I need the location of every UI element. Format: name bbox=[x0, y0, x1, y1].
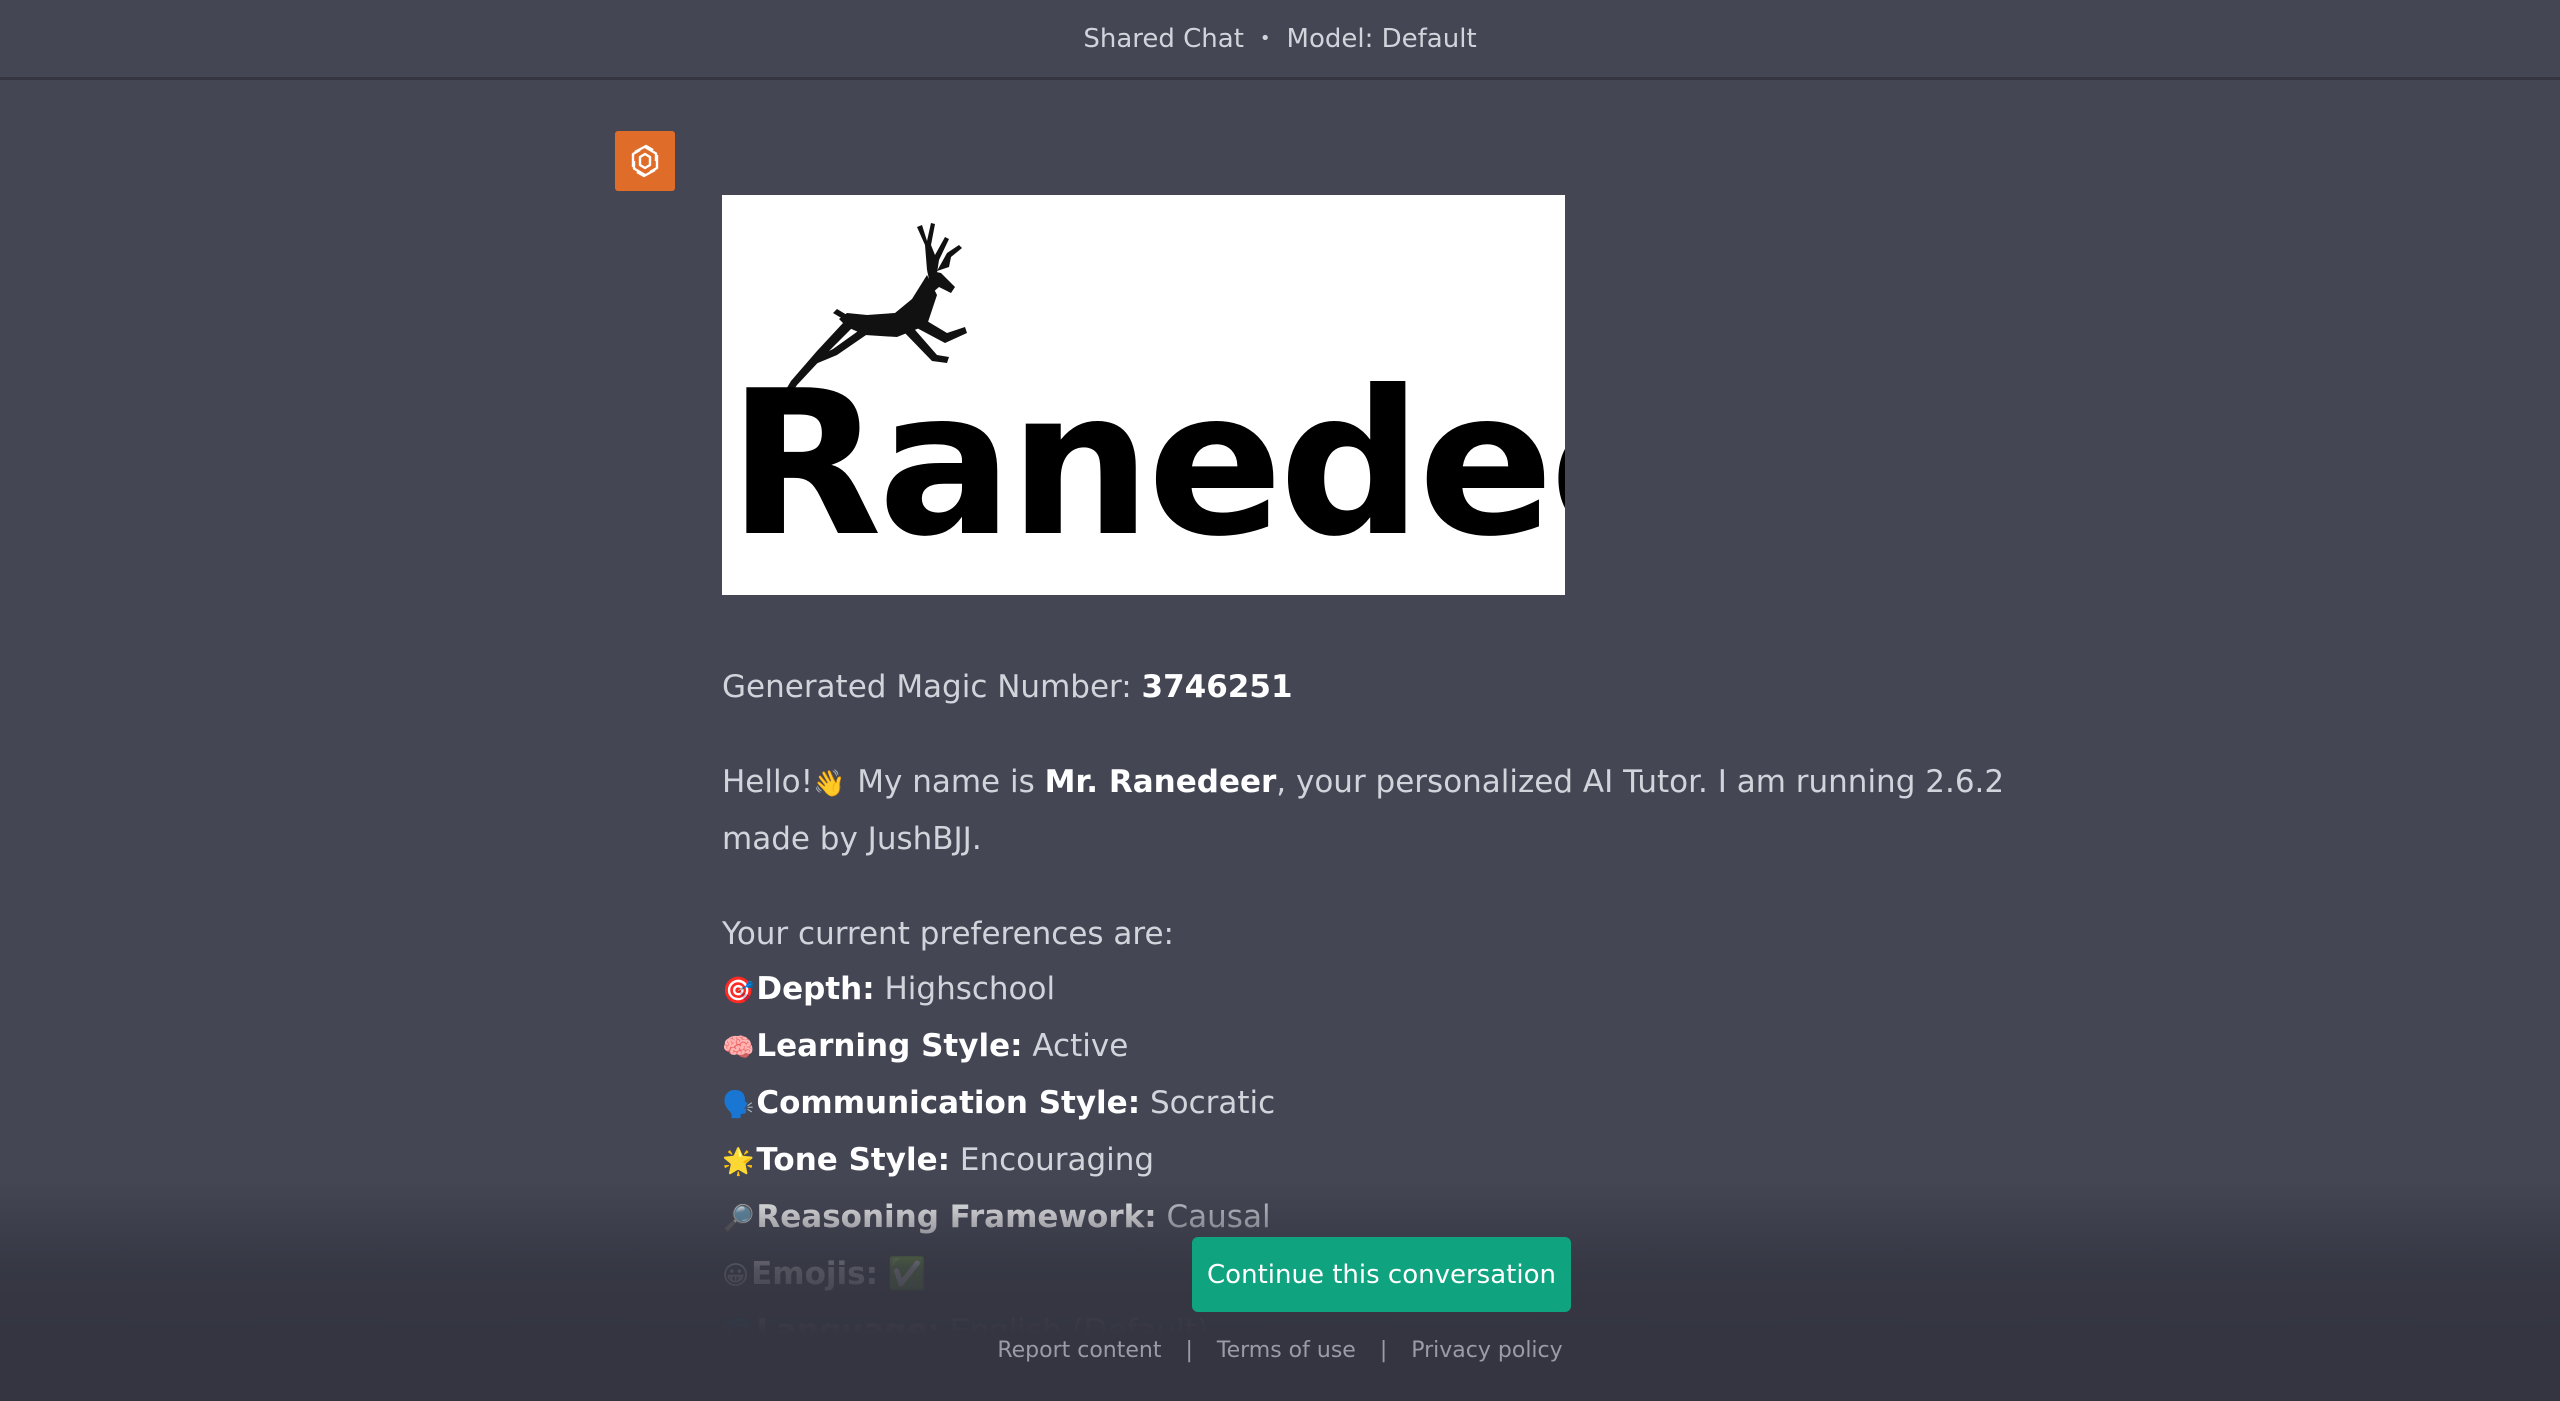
preference-label: Communication Style: bbox=[756, 1085, 1141, 1121]
shared-chat-label: Shared Chat bbox=[1083, 23, 1244, 54]
wave-icon: 👋 bbox=[813, 769, 846, 799]
report-content-link[interactable]: Report content bbox=[997, 1338, 1161, 1363]
preference-value: Active bbox=[1022, 1028, 1129, 1064]
preference-tone-style: 🌟Tone Style: Encouraging bbox=[722, 1133, 2012, 1190]
top-bar: Shared Chat • Model: Default bbox=[0, 0, 2560, 80]
footer-separator: | bbox=[1379, 1337, 1388, 1363]
intro-pre-text: My name is bbox=[847, 764, 1045, 800]
footer: Report content | Terms of use | Privacy … bbox=[0, 1335, 2560, 1365]
terms-of-use-link[interactable]: Terms of use bbox=[1217, 1338, 1356, 1363]
preference-value: Highschool bbox=[874, 971, 1056, 1007]
star-icon: 🌟 bbox=[722, 1147, 755, 1177]
ranedeer-logo-image: Ranedeer bbox=[722, 195, 1565, 595]
preference-label: Tone Style: bbox=[756, 1142, 950, 1178]
model-label: Model: Default bbox=[1286, 23, 1477, 54]
preference-value: ✅ bbox=[878, 1256, 927, 1292]
preference-depth: 🎯Depth: Highschool bbox=[722, 962, 2012, 1019]
magic-number-value: 3746251 bbox=[1141, 669, 1293, 705]
speaking-head-icon: 🗣️ bbox=[722, 1090, 755, 1120]
preference-label: Emojis: bbox=[751, 1256, 878, 1292]
target-icon: 🎯 bbox=[722, 976, 755, 1006]
magic-number-label: Generated Magic Number: bbox=[722, 669, 1142, 705]
assistant-message: Ranedeer Generated Magic Number: 3746251… bbox=[722, 195, 2012, 1361]
logo-wordmark: Ranedeer bbox=[728, 348, 1565, 581]
smile-icon: 😀 bbox=[722, 1261, 750, 1291]
footer-separator: | bbox=[1185, 1337, 1193, 1363]
preference-value: Encouraging bbox=[950, 1142, 1155, 1178]
header-separator: • bbox=[1259, 28, 1271, 49]
hello-text: Hello! bbox=[722, 764, 814, 800]
preference-label: Depth: bbox=[756, 971, 875, 1007]
tutor-name: Mr. Ranedeer bbox=[1044, 764, 1277, 800]
intro-paragraph: Hello!👋 My name is Mr. Ranedeer, your pe… bbox=[722, 755, 2012, 867]
preferences-intro: Your current preferences are: bbox=[722, 916, 1174, 952]
preference-communication-style: 🗣️Communication Style: Socratic bbox=[722, 1076, 2012, 1133]
preference-label: Learning Style: bbox=[756, 1028, 1023, 1064]
privacy-policy-link[interactable]: Privacy policy bbox=[1411, 1338, 1562, 1363]
magic-number-line: Generated Magic Number: 3746251 bbox=[722, 660, 2012, 715]
assistant-avatar bbox=[615, 131, 675, 191]
continue-conversation-button[interactable]: Continue this conversation bbox=[1192, 1237, 1571, 1312]
openai-logo-icon bbox=[631, 144, 659, 178]
preference-label: Reasoning Framework: bbox=[756, 1199, 1157, 1235]
preference-value: Socratic bbox=[1140, 1085, 1276, 1121]
magnifier-icon: 🔎 bbox=[722, 1204, 755, 1234]
preference-learning-style: 🧠Learning Style: Active bbox=[722, 1019, 2012, 1076]
brain-icon: 🧠 bbox=[722, 1033, 755, 1063]
preference-value: Causal bbox=[1156, 1199, 1271, 1235]
